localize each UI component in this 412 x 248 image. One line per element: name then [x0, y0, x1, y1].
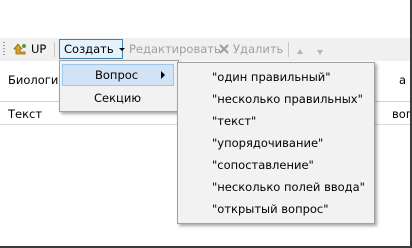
- column-header-question[interactable]: вопр: [392, 107, 412, 121]
- toolbar: UP Создать Редактировать Удалить: [0, 38, 410, 61]
- up-label: UP: [31, 42, 47, 56]
- submenu-item-multiple-correct[interactable]: "несколько правильных": [212, 92, 363, 106]
- dropdown-arrow-icon: [118, 48, 125, 51]
- menu-item-question[interactable]: Вопрос: [62, 64, 174, 86]
- move-up-button[interactable]: [296, 39, 304, 59]
- menu-item-label: Секцию: [94, 91, 142, 105]
- submenu-item-text[interactable]: "текст": [212, 114, 256, 128]
- app-window: UP Создать Редактировать Удалить Биологи…: [0, 0, 412, 248]
- delete-button[interactable]: Удалить: [218, 39, 283, 59]
- submenu-item-ordering[interactable]: "упорядочивание": [212, 136, 323, 150]
- toolbar-grip[interactable]: [3, 42, 5, 56]
- create-label: Создать: [64, 42, 114, 56]
- edit-label: Редактировать: [129, 42, 221, 56]
- submenu-item-open-question[interactable]: "открытый вопрос": [212, 202, 329, 216]
- triangle-up-icon: [296, 45, 304, 54]
- submenu-item-matching[interactable]: "сопоставление": [212, 158, 314, 172]
- create-menu: Вопрос Секцию: [59, 60, 179, 112]
- question-type-submenu: "один правильный" "несколько правильных"…: [177, 62, 375, 224]
- toolbar-separator: [288, 42, 289, 57]
- toolbar-separator: [54, 42, 55, 57]
- menu-item-section[interactable]: Секцию: [62, 87, 174, 109]
- move-down-button[interactable]: [316, 39, 324, 59]
- up-arrow-icon: [13, 42, 27, 56]
- submenu-arrow-icon: [161, 71, 165, 79]
- submenu-item-multiple-inputs[interactable]: "несколько полей ввода": [212, 180, 365, 194]
- x-icon: [218, 43, 230, 55]
- create-button[interactable]: Создать: [59, 39, 125, 59]
- submenu-item-single-correct[interactable]: "один правильный": [212, 70, 331, 84]
- column-header-text[interactable]: Текст: [8, 107, 42, 121]
- edit-button[interactable]: Редактировать: [129, 39, 221, 59]
- menu-item-label: Вопрос: [95, 68, 139, 82]
- delete-label: Удалить: [233, 42, 284, 56]
- triangle-down-icon: [316, 45, 324, 55]
- up-button[interactable]: UP: [13, 39, 46, 59]
